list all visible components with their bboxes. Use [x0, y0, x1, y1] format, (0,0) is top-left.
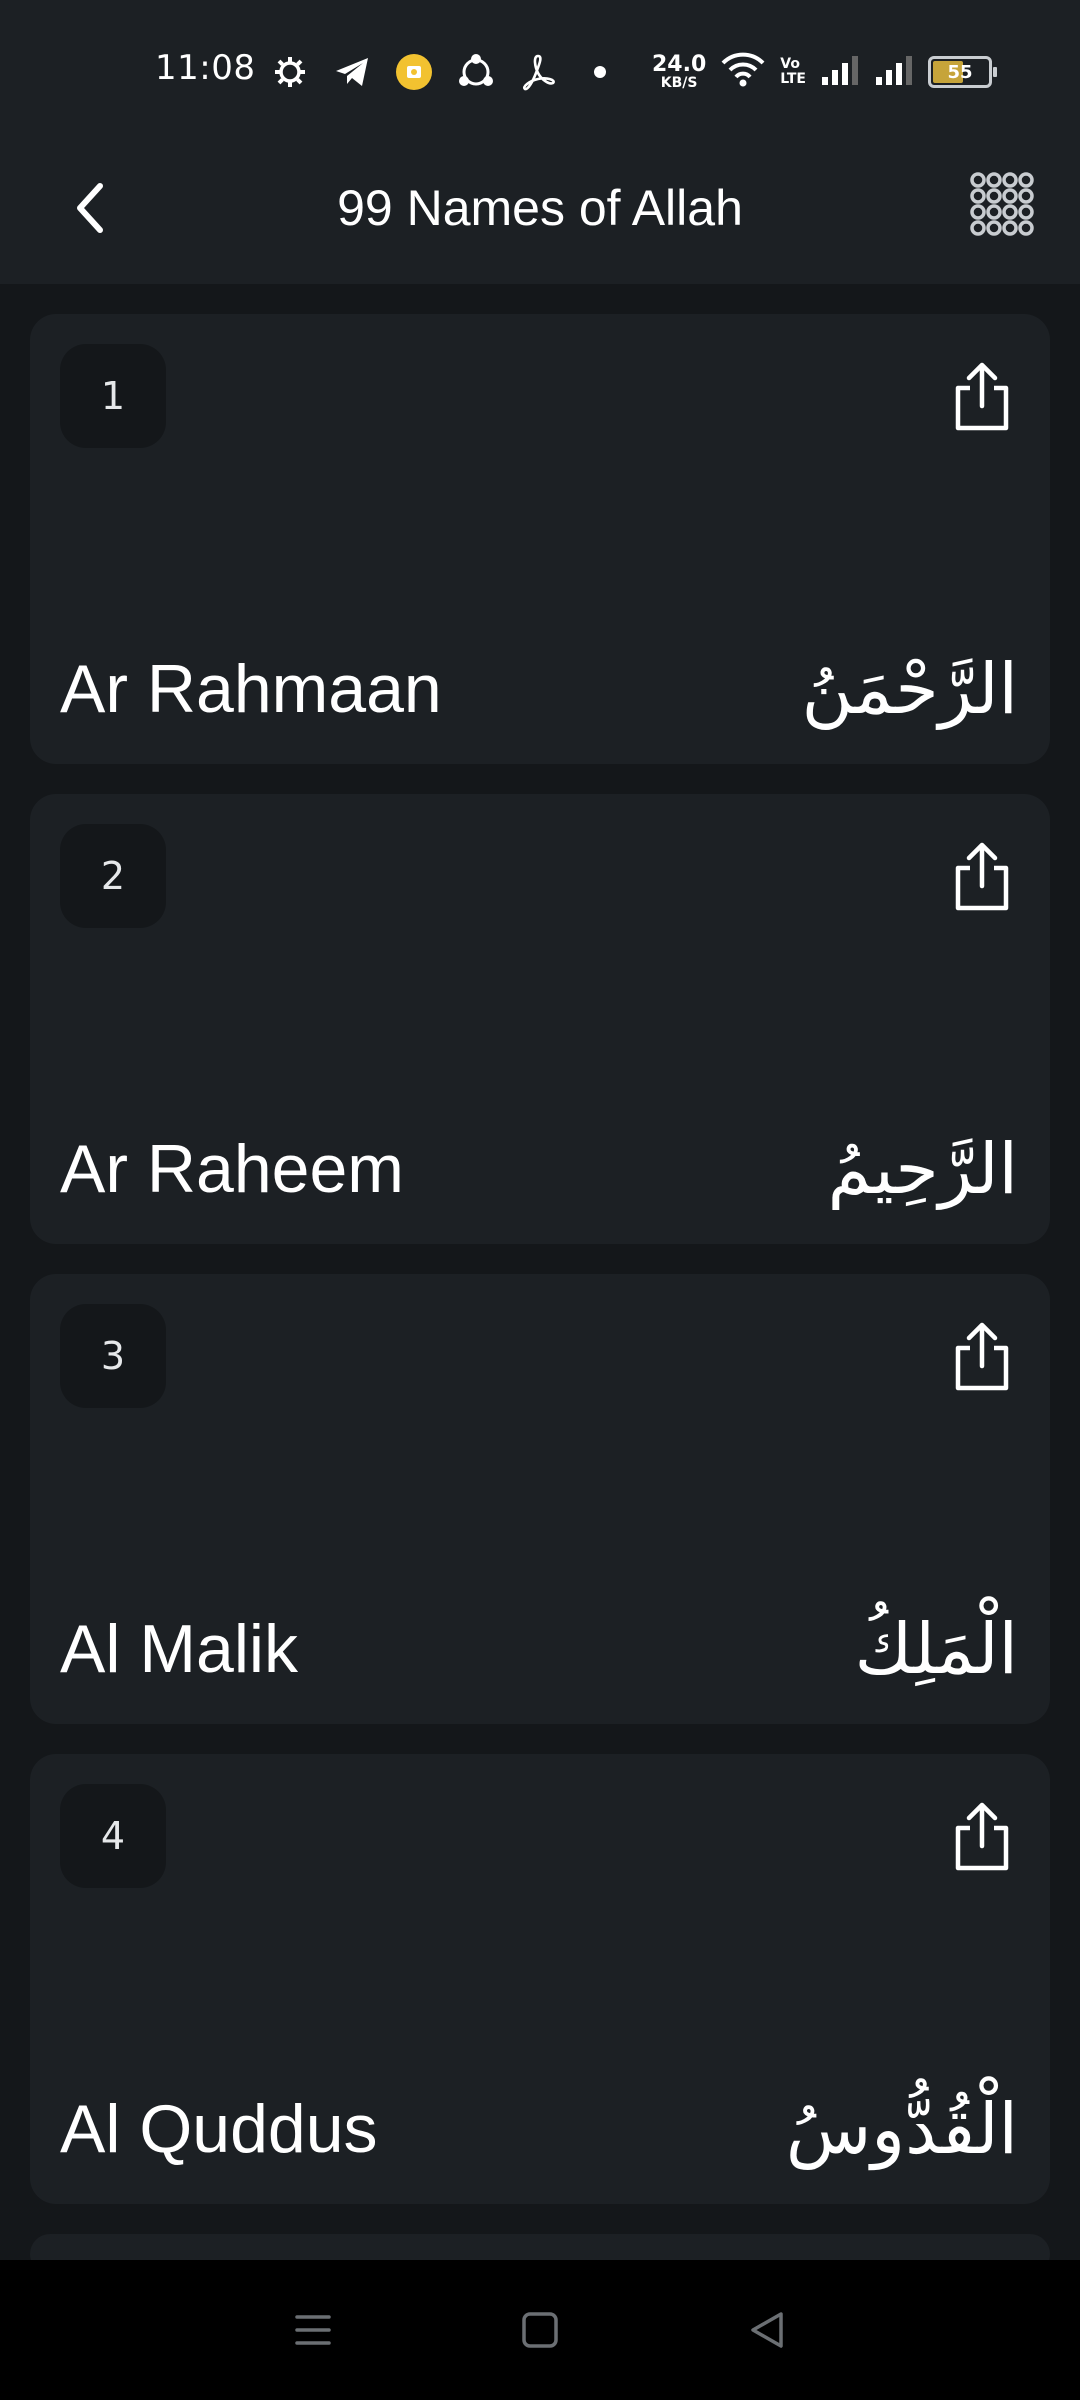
name-english: Ar Rahmaan	[60, 651, 442, 727]
share-button[interactable]	[944, 836, 1020, 916]
name-arabic: الْمَلِكُ	[854, 1608, 1018, 1690]
net-speed: 24.0 KB/S	[652, 52, 707, 91]
battery-level: 55	[947, 61, 973, 83]
volte-icon: Vo LTE	[780, 57, 806, 86]
name-card-partial[interactable]	[30, 2234, 1050, 2260]
home-button[interactable]	[505, 2295, 575, 2365]
share-icon	[955, 842, 1009, 911]
system-nav-bar	[0, 2260, 1080, 2400]
name-number-badge: 4	[60, 1784, 166, 1888]
notification-badge-icon	[392, 50, 436, 94]
name-english: Al Quddus	[60, 2091, 378, 2167]
volte-top: Vo	[780, 56, 800, 73]
name-number-badge: 2	[60, 824, 166, 928]
name-card[interactable]: 4 Al Quddus الْقُدُّوسُ	[30, 1754, 1050, 2204]
status-icons-right: 24.0 KB/S Vo LTE 55	[652, 48, 997, 96]
signal-2-icon	[874, 53, 914, 91]
status-bar: 11:08 24.0 KB/S Vo LTE 55	[0, 0, 1080, 140]
back-button[interactable]	[52, 170, 128, 246]
status-icons-left	[268, 50, 622, 94]
battery-icon: 55	[928, 56, 997, 88]
share-icon	[955, 1322, 1009, 1391]
wifi-icon	[720, 51, 766, 93]
signal-1-icon	[820, 53, 860, 91]
share-icon	[955, 362, 1009, 431]
name-card[interactable]: 3 Al Malik الْمَلِكُ	[30, 1274, 1050, 1724]
share-app-icon	[454, 50, 498, 94]
net-speed-value: 24.0	[652, 52, 707, 77]
name-card[interactable]: 2 Ar Raheem الرَّحِيمُ	[30, 794, 1050, 1244]
gear-icon	[268, 50, 312, 94]
share-icon	[955, 1802, 1009, 1871]
share-button[interactable]	[944, 356, 1020, 436]
net-speed-unit: KB/S	[660, 75, 698, 91]
name-english: Al Malik	[60, 1611, 299, 1687]
name-arabic: الرَّحِيمُ	[827, 1128, 1018, 1210]
recents-button[interactable]	[278, 2295, 348, 2365]
page-title: 99 Names of Allah	[337, 180, 743, 236]
status-time: 11:08	[155, 48, 256, 88]
grid-menu-button[interactable]	[960, 162, 1044, 246]
name-english: Ar Raheem	[60, 1131, 404, 1207]
name-number-badge: 1	[60, 344, 166, 448]
app-header: 99 Names of Allah	[0, 140, 1080, 284]
grid-dots-icon	[970, 172, 1034, 236]
back-nav-button[interactable]	[732, 2295, 802, 2365]
volte-bottom: LTE	[780, 71, 806, 87]
pdf-icon	[516, 50, 560, 94]
name-card[interactable]: 1 Ar Rahmaan الرَّحْمَنُ	[30, 314, 1050, 764]
chevron-left-icon	[77, 183, 103, 233]
name-arabic: الرَّحْمَنُ	[801, 648, 1018, 730]
share-button[interactable]	[944, 1796, 1020, 1876]
dot-icon	[578, 50, 622, 94]
menu-icon	[295, 2315, 332, 2345]
telegram-icon	[330, 50, 374, 94]
app-screen: 11:08 24.0 KB/S Vo LTE 55 99 Names of Al…	[0, 0, 1080, 2400]
back-triangle-icon	[750, 2312, 783, 2348]
name-number-badge: 3	[60, 1304, 166, 1408]
name-arabic: الْقُدُّوسُ	[785, 2088, 1018, 2170]
share-button[interactable]	[944, 1316, 1020, 1396]
names-list[interactable]: 1 Ar Rahmaan الرَّحْمَنُ 2 Ar Raheem الر…	[0, 284, 1080, 2260]
home-square-icon	[522, 2312, 558, 2348]
